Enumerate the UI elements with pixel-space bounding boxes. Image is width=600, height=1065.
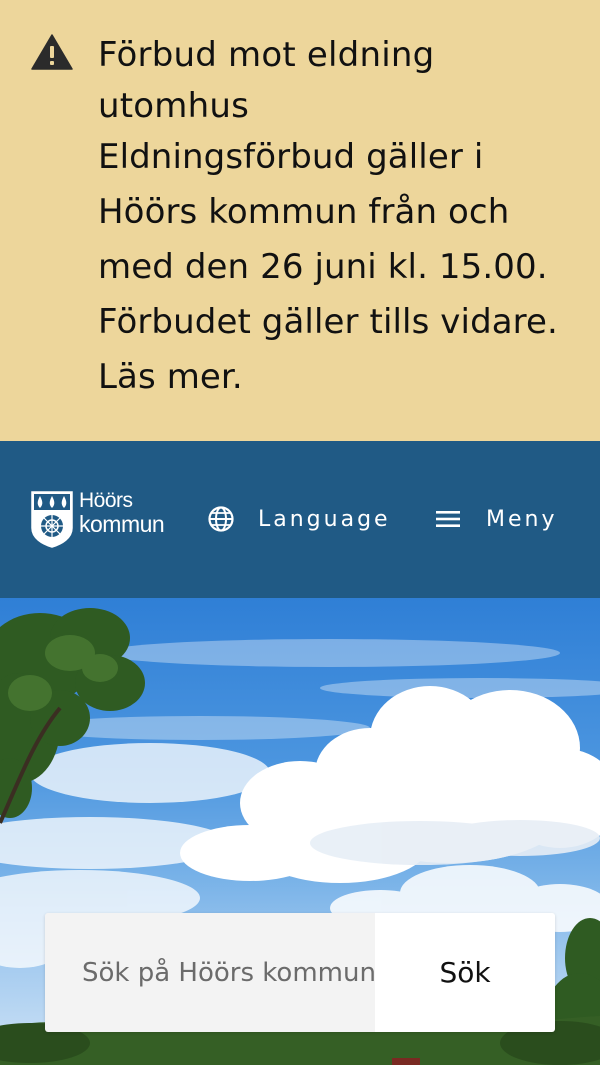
menu-label: Meny [486,506,558,532]
logo-line-1: Höörs [79,489,133,512]
search-button[interactable]: Sök [375,913,555,1032]
logo-text: Höörs kommun [79,489,165,537]
site-logo[interactable]: Höörs kommun [30,490,175,548]
hamburger-icon [436,511,460,527]
globe-icon [208,506,234,532]
logo-line-2: kommun [79,511,165,537]
site-header: Höörs kommun Language Meny [0,441,600,598]
language-button[interactable]: Language [207,501,391,537]
fire-ban-alert: Förbud mot eldning utomhus Eldningsförbu… [0,0,600,441]
menu-button[interactable]: Meny [436,501,557,537]
warning-icon [31,34,73,70]
municipality-shield-icon [31,491,73,548]
alert-text: Eldningsförbud gäller i Höörs kommun frå… [98,137,558,342]
search-form: Sök [45,913,555,1032]
search-input[interactable] [45,913,375,1032]
language-label: Language [258,506,391,532]
alert-title: Förbud mot eldning utomhus [98,35,435,126]
alert-body: Eldningsförbud gäller i Höörs kommun frå… [98,130,578,405]
read-more-link[interactable]: Läs mer. [98,357,243,397]
